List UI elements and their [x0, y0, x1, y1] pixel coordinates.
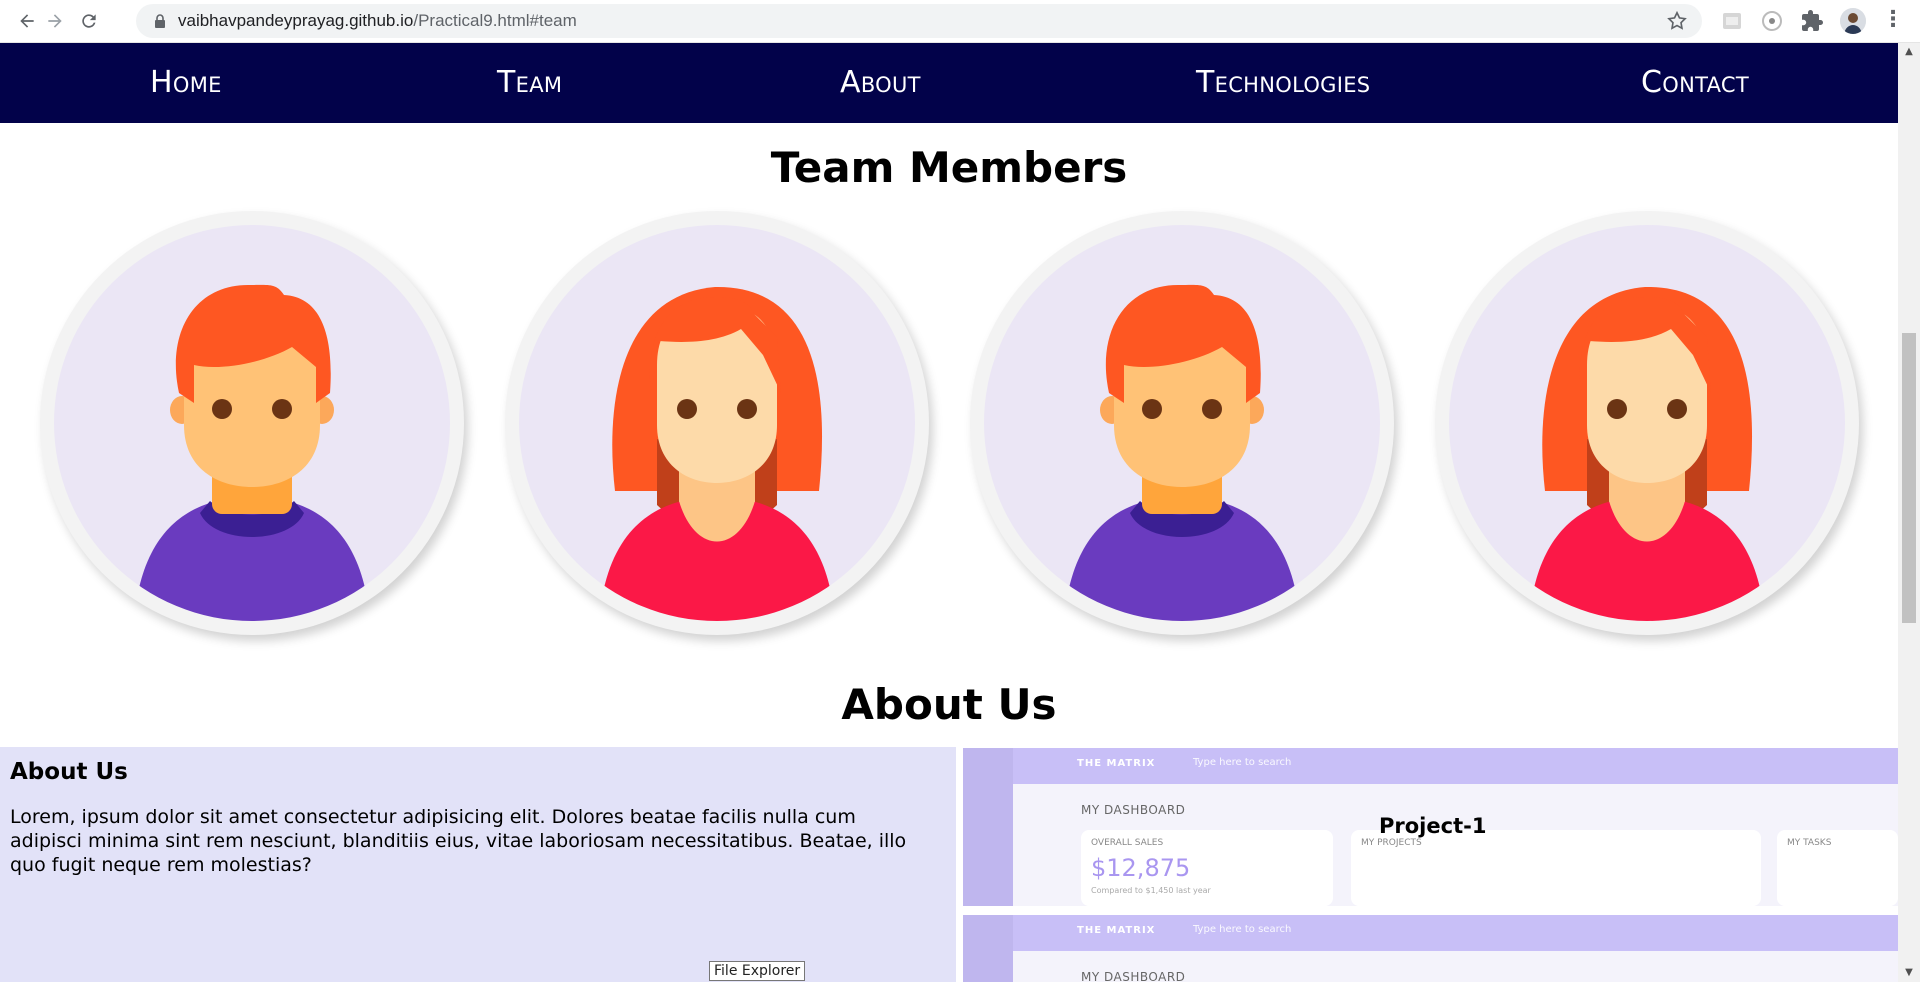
scroll-down-icon[interactable]: ▼ — [1903, 968, 1915, 978]
about-panel-text: Lorem, ipsum dolor sit amet consectetur … — [10, 806, 907, 876]
team-member-card — [40, 211, 464, 635]
project-card[interactable]: THE MATRIX Type here to search MY DASHBO… — [963, 915, 1898, 982]
address-bar[interactable]: vaibhavpandeyprayag.github.io/Practical9… — [136, 4, 1702, 38]
nav-team-link[interactable]: Team — [497, 65, 562, 100]
team-member-card — [1435, 211, 1859, 635]
preview-sales-card: OVERALL SALES $12,875 Compared to $1,450… — [1081, 830, 1333, 906]
forward-arrow-icon[interactable] — [42, 8, 68, 34]
puzzle-icon[interactable] — [1800, 9, 1824, 33]
url-host: vaibhavpandeyprayag.github.io — [178, 11, 414, 30]
preview-tasks-card: MY TASKS — [1777, 830, 1898, 906]
profile-avatar[interactable] — [1840, 8, 1866, 34]
preview-search: Type here to search — [1193, 924, 1292, 935]
about-panel: About Us Lorem, ipsum dolor sit amet con… — [0, 747, 956, 982]
preview-projects-label: MY PROJECTS — [1361, 838, 1422, 848]
team-member-card — [505, 211, 929, 635]
nav-about-link[interactable]: About — [840, 65, 921, 100]
file-explorer-tooltip: File Explorer — [709, 961, 806, 981]
preview-tasks-label: MY TASKS — [1787, 838, 1832, 848]
preview-search: Type here to search — [1193, 757, 1292, 768]
preview-brand: THE MATRIX — [1077, 758, 1156, 769]
male-avatar — [1064, 284, 1300, 621]
star-icon[interactable] — [1666, 10, 1688, 32]
scroll-up-icon[interactable]: ▲ — [1903, 47, 1915, 57]
female-avatar — [1529, 286, 1765, 621]
preview-dashboard-title: MY DASHBOARD — [1081, 803, 1186, 817]
reload-icon[interactable] — [76, 8, 102, 34]
about-section-title: About Us — [841, 680, 1057, 729]
preview-header: THE MATRIX Type here to search — [1013, 748, 1898, 784]
male-avatar — [134, 284, 370, 621]
lock-icon[interactable] — [152, 13, 168, 29]
extension-icon[interactable] — [1720, 9, 1744, 33]
site-navbar: Home Team About Technologies Contact — [0, 43, 1898, 123]
preview-sales-note: Compared to $1,450 last year — [1091, 886, 1211, 895]
back-arrow-icon[interactable] — [14, 8, 40, 34]
female-avatar — [599, 286, 835, 621]
page-viewport: Home Team About Technologies Contact Tea… — [0, 43, 1898, 982]
nav-home-link[interactable]: Home — [150, 65, 222, 100]
preview-dashboard-title: MY DASHBOARD — [1081, 970, 1186, 982]
about-panel-heading: About Us — [10, 759, 128, 785]
extension-icon[interactable] — [1760, 9, 1784, 33]
project-title: Project-1 — [1379, 814, 1487, 838]
url-text[interactable]: vaibhavpandeyprayag.github.io/Practical9… — [178, 11, 577, 31]
preview-sales-label: OVERALL SALES — [1091, 838, 1164, 848]
browser-toolbar: vaibhavpandeyprayag.github.io/Practical9… — [0, 0, 1920, 43]
panel-divider — [956, 747, 962, 982]
team-member-card — [970, 211, 1394, 635]
kebab-menu-icon[interactable]: ⋮ — [1882, 8, 1904, 34]
team-section-title: Team Members — [770, 143, 1128, 192]
preview-header: THE MATRIX Type here to search — [1013, 915, 1898, 951]
preview-projects-card: MY PROJECTS — [1351, 830, 1761, 906]
nav-technologies-link[interactable]: Technologies — [1196, 65, 1370, 100]
preview-sidebar — [963, 748, 1013, 906]
scrollbar-thumb[interactable] — [1902, 333, 1916, 623]
preview-brand: THE MATRIX — [1077, 925, 1156, 936]
project-card[interactable]: THE MATRIX Type here to search MY DASHBO… — [963, 748, 1898, 906]
nav-contact-link[interactable]: Contact — [1641, 65, 1749, 100]
url-path: /Practical9.html#team — [413, 11, 577, 30]
vertical-scrollbar[interactable]: ▲ ▼ — [1898, 43, 1920, 982]
preview-sidebar — [963, 915, 1013, 982]
preview-sales-value: $12,875 — [1091, 854, 1191, 882]
